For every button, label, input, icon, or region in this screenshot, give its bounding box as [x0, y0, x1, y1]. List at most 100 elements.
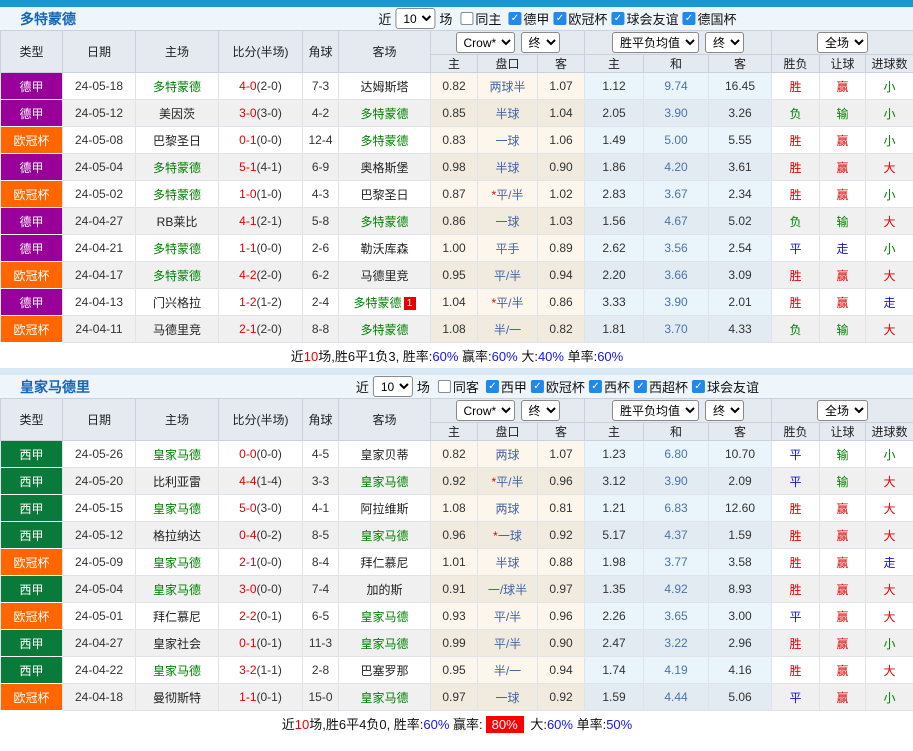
league-filter-checkbox[interactable]: ✓: [682, 12, 695, 25]
handicap-away-odds: 1.02: [538, 181, 585, 208]
handicap-away-odds: 0.96: [538, 603, 585, 630]
league-filter-checkbox[interactable]: ✓: [692, 380, 705, 393]
avg-stage-select[interactable]: 终: [705, 400, 744, 421]
league-filter-item: ✓欧冠杯: [553, 9, 607, 28]
avg-home-odds: 2.05: [585, 100, 644, 127]
handicap-home-odds: 0.87: [431, 181, 478, 208]
summary-segment: 10: [304, 349, 318, 364]
handicap-away-odds: 0.94: [538, 657, 585, 684]
match-score: 1-1(0-0): [219, 235, 303, 262]
league-filter-checkbox[interactable]: ✓: [634, 380, 647, 393]
halftime-score: (2-1): [257, 214, 282, 228]
result-handicap: 赢: [820, 576, 866, 603]
match-score: 4-4(1-4): [219, 468, 303, 495]
league-filter-checkbox[interactable]: ✓: [531, 380, 544, 393]
recent-count-select[interactable]: 10: [373, 376, 413, 397]
result-goals: 小: [866, 235, 913, 262]
handicap-home-odds: 0.83: [431, 127, 478, 154]
handicap-home-odds: 1.04: [431, 289, 478, 316]
avg-draw-odds: 3.22: [644, 630, 709, 657]
handicap-home-odds: 0.99: [431, 630, 478, 657]
avg-away-odds: 5.02: [709, 208, 772, 235]
handicap-line: 两球: [478, 495, 538, 522]
avg-draw-odds: 3.66: [644, 262, 709, 289]
match-score: 2-2(0-1): [219, 603, 303, 630]
recent-count-select[interactable]: 10: [395, 8, 435, 29]
halftime-score: (0-1): [257, 690, 282, 704]
sub-header-handicap: 盘口: [478, 423, 538, 441]
result-handicap: 赢: [820, 73, 866, 100]
same-venue-checkbox[interactable]: [460, 12, 473, 25]
league-filter-checkbox[interactable]: ✓: [611, 12, 624, 25]
away-team: 加的斯: [339, 576, 431, 603]
summary-segment: 场,胜6平1负3, 胜率:: [318, 349, 432, 364]
odds-company-select[interactable]: Crow*: [456, 400, 515, 421]
league-filter-checkbox[interactable]: ✓: [553, 12, 566, 25]
away-team: 巴塞罗那: [339, 657, 431, 684]
match-date: 24-04-11: [63, 316, 136, 343]
avg-home-odds: 2.62: [585, 235, 644, 262]
avg-draw-odds: 4.67: [644, 208, 709, 235]
corner-count: 8-5: [303, 522, 339, 549]
league-type-cell: 欧冠杯: [1, 549, 63, 576]
avg-away-odds: 5.06: [709, 684, 772, 711]
result-handicap: 赢: [820, 154, 866, 181]
same-venue-checkbox[interactable]: [438, 380, 451, 393]
away-team: 巴黎圣日: [339, 181, 431, 208]
col-header-date: 日期: [63, 399, 136, 441]
corner-count: 6-2: [303, 262, 339, 289]
avg-draw-odds: 4.37: [644, 522, 709, 549]
scope-select[interactable]: 全场: [817, 400, 868, 421]
league-filter-checkbox[interactable]: ✓: [589, 380, 602, 393]
league-filter-label: 德甲: [523, 9, 549, 28]
result-handicap: 输: [820, 441, 866, 468]
sub-header-avg-draw: 和: [644, 55, 709, 73]
league-type-cell: 欧冠杯: [1, 181, 63, 208]
league-filter-checkbox[interactable]: ✓: [508, 12, 521, 25]
match-row: 德甲24-04-27RB莱比4-1(2-1)5-8多特蒙德0.86一球1.031…: [1, 208, 913, 235]
team-section-dortmund: 多特蒙德 近 10 场 同主 ✓德甲✓欧冠杯✓球会友谊✓德国杯 类型 日期 主场…: [0, 7, 913, 368]
league-filter-checkbox[interactable]: ✓: [486, 380, 499, 393]
avg-group-header: 胜平负均值 终: [585, 31, 772, 55]
avg-draw-odds: 3.90: [644, 468, 709, 495]
summary-segment: 近: [282, 717, 295, 732]
result-outcome: 胜: [772, 657, 820, 684]
fulltime-score: 5-1: [239, 160, 256, 174]
col-header-score: 比分(半场): [219, 399, 303, 441]
match-row: 西甲24-05-20比利亚雷4-4(1-4)3-3皇家马德0.92*平/半0.9…: [1, 468, 913, 495]
check-icon: ✓: [486, 380, 499, 393]
team-section-real-madrid: 皇家马德里 近 10 场 同客 ✓西甲✓欧冠杯✓西杯✓西超杯✓球会友谊 类型 日…: [0, 375, 913, 736]
avg-draw-odds: 3.77: [644, 549, 709, 576]
corner-count: 6-9: [303, 154, 339, 181]
match-date: 24-05-12: [63, 100, 136, 127]
handicap-home-odds: 0.91: [431, 576, 478, 603]
result-goals: 小: [866, 100, 913, 127]
halftime-score: (3-0): [257, 501, 282, 515]
avg-away-odds: 16.45: [709, 73, 772, 100]
league-type-cell: 德甲: [1, 208, 63, 235]
result-goals: 小: [866, 684, 913, 711]
avg-stage-select[interactable]: 终: [705, 32, 744, 53]
match-score: 0-0(0-0): [219, 441, 303, 468]
odds-stage-select[interactable]: 终: [521, 32, 560, 53]
avg-type-select[interactable]: 胜平负均值: [612, 400, 699, 421]
col-header-away: 客场: [339, 31, 431, 73]
team-section-title: 皇家马德里: [0, 377, 90, 397]
odds-stage-select[interactable]: 终: [521, 400, 560, 421]
away-team: 多特蒙德: [339, 208, 431, 235]
result-outcome: 负: [772, 208, 820, 235]
same-venue-label: 同客: [453, 377, 479, 396]
recent-label: 近: [355, 377, 370, 396]
league-type-cell: 欧冠杯: [1, 316, 63, 343]
result-goals: 走: [866, 549, 913, 576]
avg-away-odds: 2.54: [709, 235, 772, 262]
avg-away-odds: 2.96: [709, 630, 772, 657]
scope-select[interactable]: 全场: [817, 32, 868, 53]
summary-segment: 60%: [492, 349, 518, 364]
fulltime-score: 0-4: [239, 528, 256, 542]
sub-header-goals-result: 进球数: [866, 55, 913, 73]
home-team: 曼彻斯特: [136, 684, 219, 711]
odds-company-select[interactable]: Crow*: [456, 32, 515, 53]
avg-type-select[interactable]: 胜平负均值: [612, 32, 699, 53]
handicap-line: 半球: [478, 154, 538, 181]
